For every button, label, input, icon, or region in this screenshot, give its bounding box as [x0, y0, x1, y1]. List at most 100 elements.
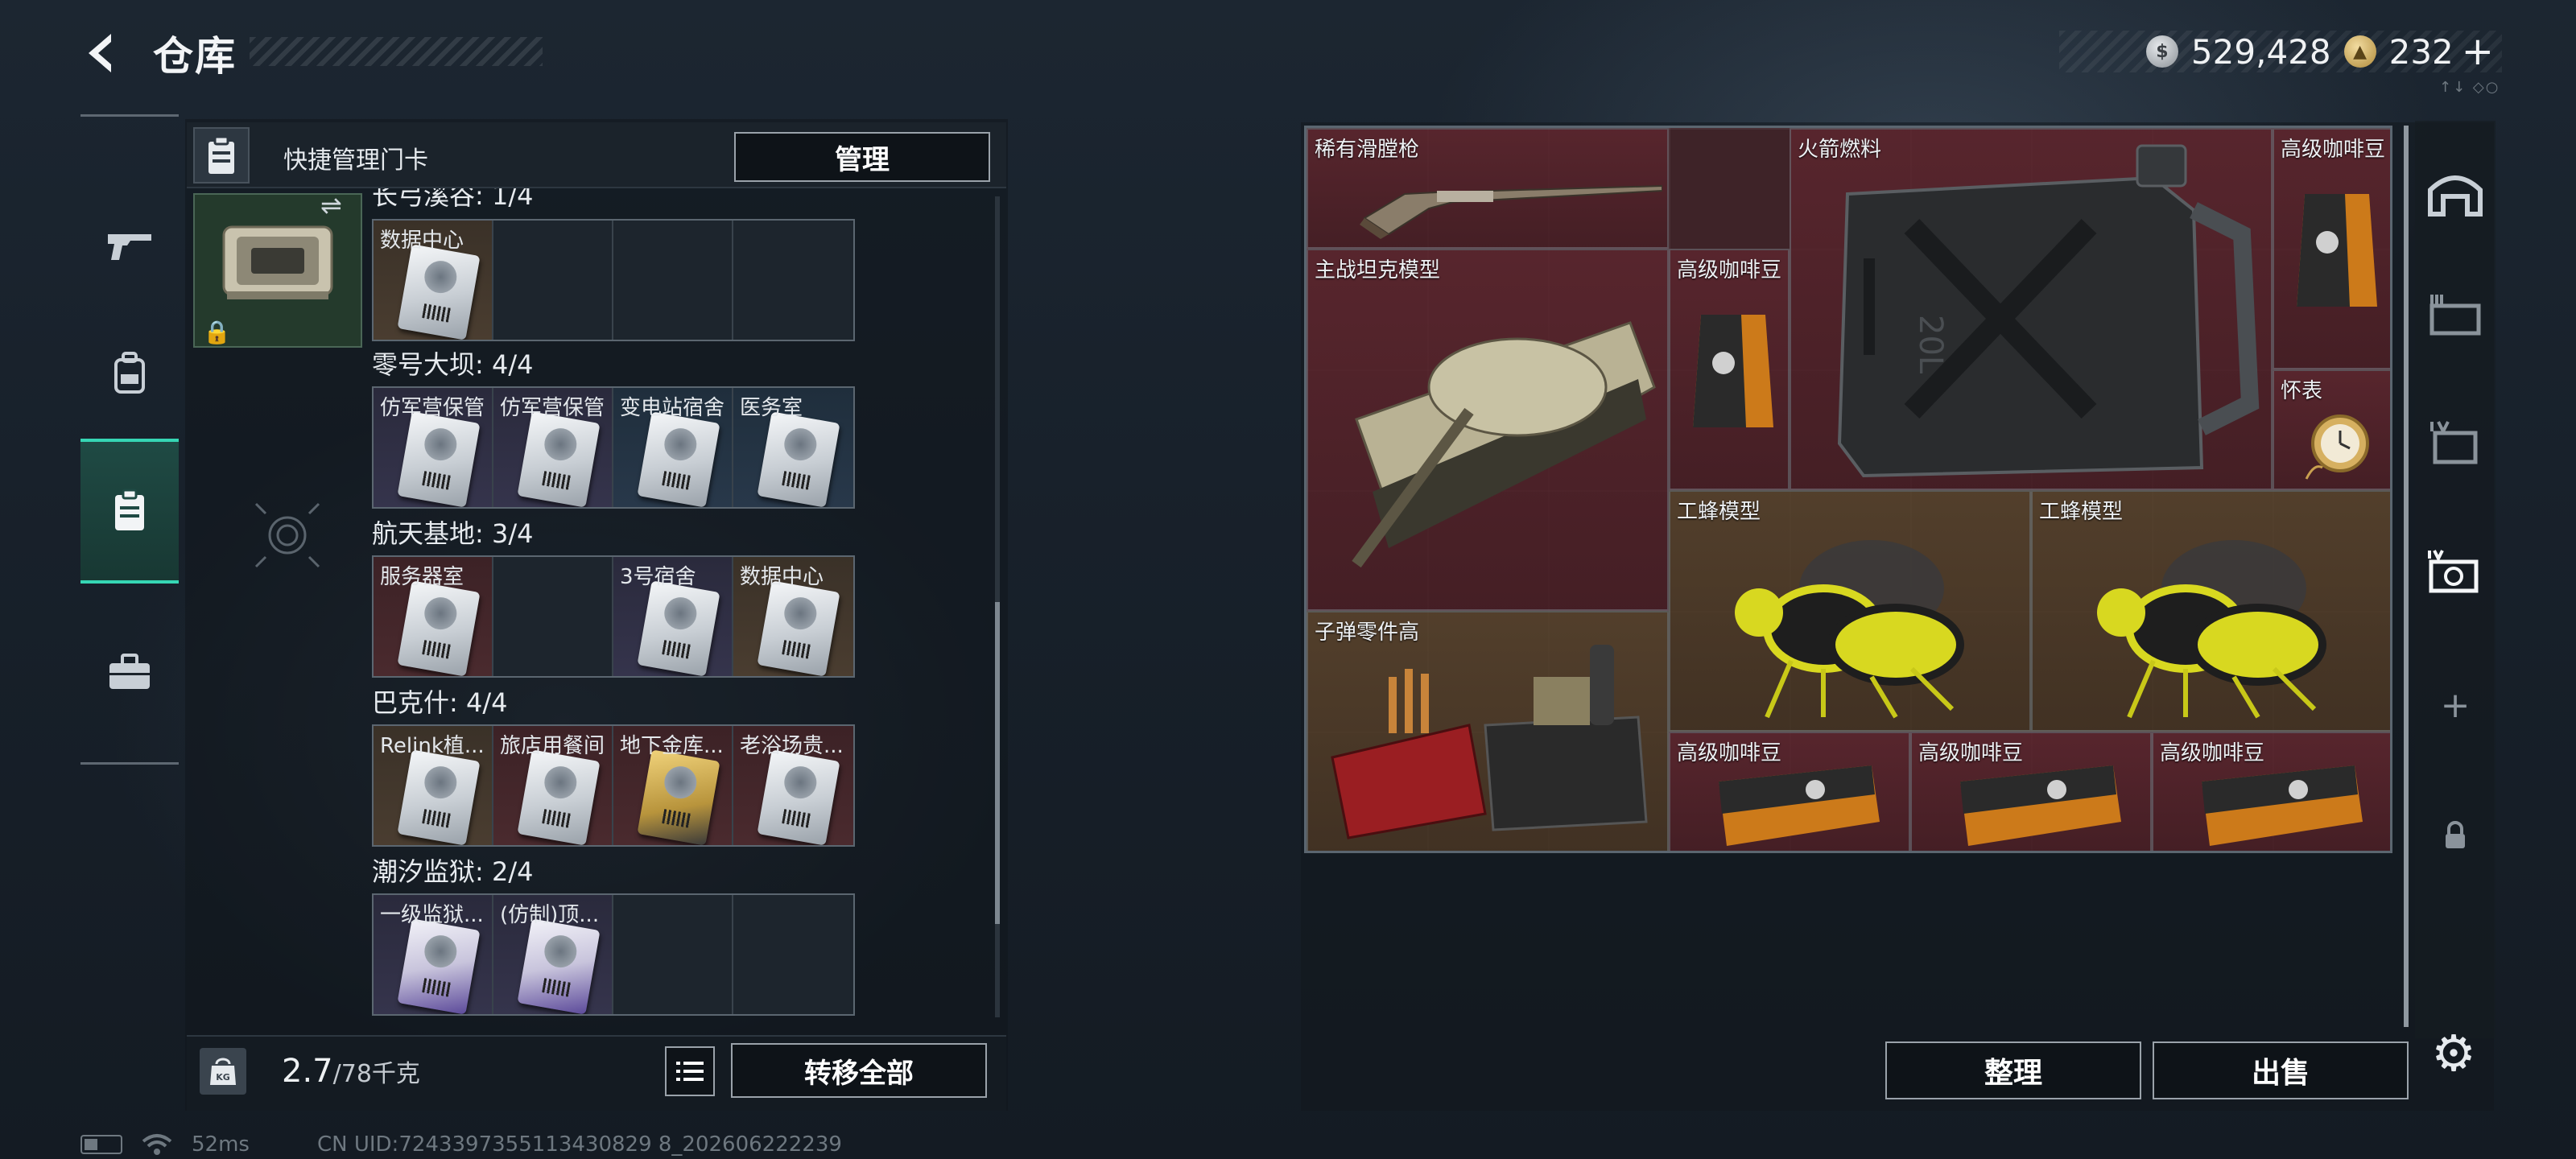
keycard-image: [757, 749, 840, 845]
item-premium-coffee[interactable]: 高级咖啡豆: [2152, 732, 2390, 851]
keycard-slot[interactable]: Relink植...: [374, 726, 493, 845]
storage-tab-5[interactable]: [2415, 531, 2496, 612]
keycard-slot[interactable]: 一级监狱...: [374, 895, 493, 1014]
hornet-model-image: [2097, 540, 2326, 719]
settings-gear-icon[interactable]: ⚙: [2423, 1022, 2484, 1083]
keycard-slot[interactable]: 仿军营保管: [493, 388, 613, 507]
keycard-manager-icon-box: [193, 127, 250, 184]
keycard-image: [637, 411, 720, 507]
add-storage-tab-button[interactable]: +: [2415, 665, 2496, 745]
page-title: 仓库: [153, 33, 237, 80]
coffee-bag-image: [1960, 765, 2121, 846]
keycard-slot[interactable]: 数据中心: [374, 221, 493, 340]
plus-icon: +: [2440, 684, 2471, 726]
keycard-image: [517, 411, 601, 507]
storage-tab-main[interactable]: [2415, 153, 2496, 233]
keycard-icon: [115, 489, 144, 530]
system-status-bar: 52ms CN UID:7243397355113430829 8_202606…: [80, 1130, 842, 1159]
gold-coin-icon: ▲: [2343, 35, 2376, 68]
keycard-slot[interactable]: 医务室: [733, 388, 853, 507]
group-title: 零号大坝: 4/4: [372, 349, 534, 380]
coffee-bag-image: [1719, 765, 1880, 846]
briefcase-icon: [109, 654, 150, 689]
keycard-slot[interactable]: 变电站宿舍: [613, 388, 733, 507]
keycard-slot[interactable]: 3号宿舍: [613, 557, 733, 676]
ping-text: 52ms: [192, 1132, 250, 1157]
list-view-button[interactable]: [665, 1046, 715, 1096]
battery-icon: [80, 1135, 122, 1154]
storage-grid[interactable]: 稀有滑膛枪 火箭燃料 20L 高级咖啡豆 主战坦克模型 高级咖啡豆 怀表 工蜂模…: [1304, 126, 2392, 853]
keycard-slot[interactable]: 仿军营保管: [374, 388, 493, 507]
item-premium-coffee[interactable]: 高级咖啡豆: [1669, 732, 1910, 851]
keycard-slot[interactable]: 服务器室: [374, 557, 493, 676]
lock-icon: 🔒: [203, 319, 231, 345]
item-ammo-parts[interactable]: 子弹零件高: [1307, 611, 1669, 851]
item-premium-coffee[interactable]: 高级咖啡豆: [1910, 732, 2152, 851]
item-tank-model[interactable]: 主战坦克模型: [1307, 249, 1669, 611]
item-premium-coffee[interactable]: 高级咖啡豆: [1669, 249, 1790, 490]
carry-weight: 2.7/78千克: [282, 1053, 420, 1090]
keycard-slot[interactable]: 旅店用餐间: [493, 726, 613, 845]
silver-coin-icon: $: [2145, 35, 2178, 68]
keycard-image: [517, 749, 601, 845]
gold-amount: 232: [2388, 31, 2454, 72]
quick-manage-label: 快捷管理门卡: [283, 146, 428, 175]
manage-button[interactable]: 管理: [734, 132, 990, 182]
keycard-slot-empty[interactable]: [493, 221, 613, 340]
sell-button[interactable]: 出售: [2153, 1041, 2409, 1099]
back-arrow-icon: [89, 34, 111, 72]
swap-icon[interactable]: ⇌: [320, 190, 342, 221]
card-row: 服务器室 3号宿舍 数据中心: [372, 555, 855, 678]
keycard-image: [397, 411, 481, 507]
weight-icon: KG: [210, 1058, 236, 1085]
keycard-image: [757, 580, 840, 676]
ammo-parts-image: [1331, 645, 1648, 839]
nav-weapons[interactable]: [80, 173, 179, 318]
nav-equipment[interactable]: [80, 300, 179, 445]
locked-storage-tab[interactable]: [2415, 795, 2496, 876]
keycard-image: [637, 580, 720, 676]
keycard-slot[interactable]: 数据中心: [733, 557, 853, 676]
item-rocket-fuel[interactable]: 火箭燃料 20L: [1790, 128, 2273, 490]
nav-supplies[interactable]: [80, 600, 179, 744]
silver-amount: 529,428: [2190, 31, 2331, 72]
keycard-list[interactable]: 长弓溪谷: 1/4 数据中心 零号大坝: 4/4 仿军营保管 仿军营保管 变电站…: [367, 188, 1005, 1025]
keycard-image: [397, 244, 481, 340]
keycard-slot-empty[interactable]: [613, 895, 733, 1014]
item-hornet-model[interactable]: 工蜂模型: [2031, 490, 2390, 732]
keycard-slot-empty[interactable]: [733, 895, 853, 1014]
title-decoration: [250, 37, 543, 66]
transfer-all-button[interactable]: 转移全部: [731, 1043, 987, 1098]
keycard-slot[interactable]: 老浴场贵...: [733, 726, 853, 845]
storage-tab-4[interactable]: [2415, 402, 2496, 483]
uid-text: CN UID:7243397355113430829 8_20260622223…: [316, 1132, 842, 1157]
list-icon: [676, 1062, 704, 1081]
item-pocket-watch[interactable]: 怀表: [2273, 369, 2390, 490]
item-hornet-model[interactable]: 工蜂模型: [1669, 490, 2031, 732]
weight-max: /78千克: [332, 1060, 420, 1088]
keycard-slot[interactable]: (仿制)顶...: [493, 895, 613, 1014]
wifi-icon: [142, 1134, 172, 1155]
storage-scrollbar-thumb[interactable]: [2404, 126, 2409, 1027]
nav-keycards[interactable]: [80, 439, 179, 584]
keycard-slot-empty[interactable]: [613, 221, 733, 340]
left-category-nav: [80, 114, 179, 765]
keycard-scrollbar-thumb[interactable]: [995, 602, 1000, 924]
keycard-slot-empty[interactable]: [733, 221, 853, 340]
keycard-image: [517, 918, 601, 1014]
add-currency-button[interactable]: +: [2462, 29, 2494, 74]
keycard-image: [397, 580, 481, 676]
fuel-capacity-mark: 20L: [1912, 315, 1949, 374]
keycard-slot-empty[interactable]: [493, 557, 613, 676]
item-premium-coffee[interactable]: 高级咖啡豆: [2273, 128, 2390, 369]
item-flintlock[interactable]: 稀有滑膛枪: [1307, 128, 1669, 249]
pocket-watch-image: [2305, 415, 2369, 480]
card-row: 数据中心: [372, 219, 855, 341]
tank-model-image: [1352, 321, 1656, 568]
coffee-bag-image: [2202, 765, 2363, 846]
card-row: Relink植... 旅店用餐间 地下金库... 老浴场贵...: [372, 724, 855, 847]
back-button[interactable]: [77, 29, 126, 77]
keycard-slot[interactable]: 地下金库...: [613, 726, 733, 845]
storage-tab-3[interactable]: [2415, 274, 2496, 354]
sort-button[interactable]: 整理: [1885, 1041, 2141, 1099]
